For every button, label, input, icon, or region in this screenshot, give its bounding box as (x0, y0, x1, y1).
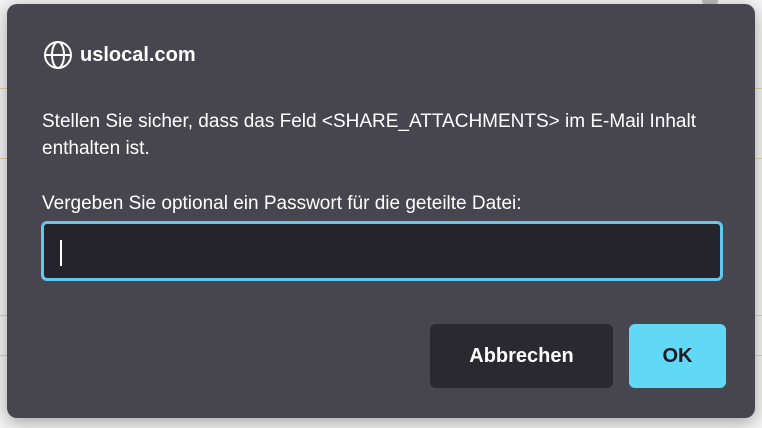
ok-button[interactable]: OK (629, 324, 726, 388)
text-caret (60, 240, 62, 266)
password-dialog: uslocal.com Stellen Sie sicher, dass das… (7, 4, 755, 418)
site-name: uslocal.com (80, 43, 196, 66)
password-prompt: Vergeben Sie optional ein Passwort für d… (42, 193, 522, 214)
dialog-message: Stellen Sie sicher, dass das Feld <SHARE… (42, 111, 696, 159)
dialog-header: uslocal.com (42, 39, 196, 71)
cancel-button[interactable]: Abbrechen (430, 324, 613, 388)
globe-icon (44, 41, 72, 69)
password-input[interactable] (41, 221, 723, 281)
